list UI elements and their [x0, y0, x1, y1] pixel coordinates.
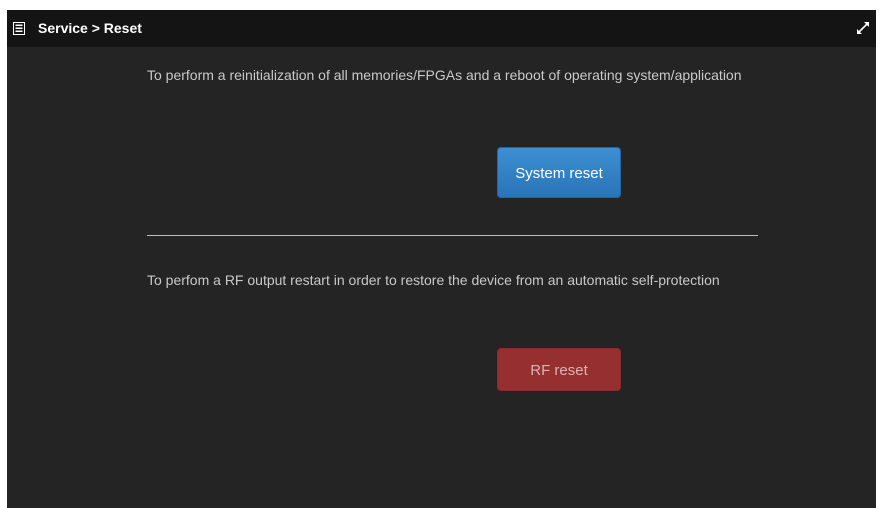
- system-reset-button[interactable]: System reset: [497, 147, 621, 198]
- service-reset-panel: Service > Reset To perform a reinitializ…: [7, 10, 876, 508]
- page-title: Service > Reset: [38, 20, 142, 36]
- system-reset-description: To perform a reinitialization of all mem…: [147, 67, 742, 83]
- panel-header: Service > Reset: [7, 10, 876, 47]
- rf-reset-description: To perfom a RF output restart in order t…: [147, 272, 720, 288]
- rf-reset-button[interactable]: RF reset: [497, 348, 621, 391]
- collapse-arrows-icon[interactable]: [856, 21, 870, 35]
- panel-content: To perform a reinitialization of all mem…: [7, 47, 876, 508]
- section-divider: [147, 235, 758, 236]
- list-icon: [13, 22, 25, 35]
